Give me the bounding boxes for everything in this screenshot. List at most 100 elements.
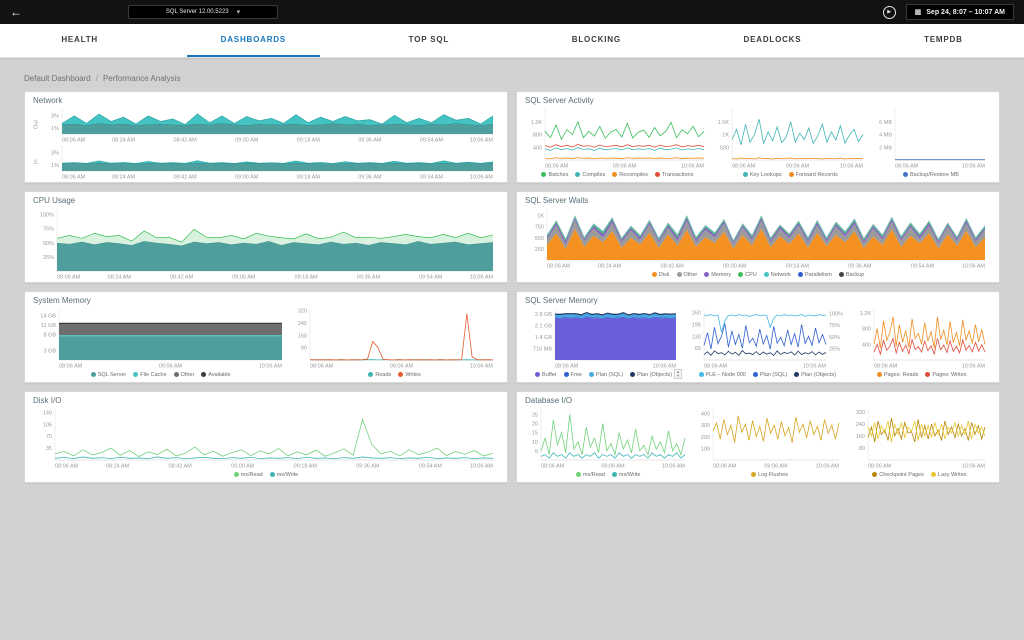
legend-dot-icon: [368, 372, 373, 377]
legend-item[interactable]: Log Flushes: [751, 472, 788, 478]
svg-text:09:54 AM: 09:54 AM: [420, 175, 444, 181]
legend-item[interactable]: Plan (Objects): [794, 372, 836, 378]
calendar-icon: ▦: [915, 8, 922, 16]
legend-item[interactable]: Lazy Writes: [931, 472, 967, 478]
legend-item[interactable]: PLE – Node 000: [699, 372, 746, 378]
chart-database-io-latency[interactable]: 25201510508:06 AM09:06 AM10:06 AM: [525, 406, 691, 469]
legend-item[interactable]: Backup/Restore MB: [903, 172, 959, 178]
play-icon: ▶: [887, 9, 891, 15]
chart-activity-lookups[interactable]: 1.5K1K50008:06 AM09:06 AM10:06 AM: [712, 106, 869, 169]
legend-item[interactable]: Parallelism: [798, 272, 832, 278]
chart-canvas: 25201510508:06 AM09:06 AM10:06 AM: [525, 406, 691, 469]
svg-text:3%: 3%: [51, 150, 59, 156]
chart-sql-memory-ple[interactable]: 26019513065100%75%50%25%08:06 AM10:06 AM: [684, 306, 850, 369]
legend-disk-io: ms/Read ms/Write: [33, 472, 499, 478]
legend-dot-icon: [931, 472, 936, 477]
chart-canvas: 1.2K80040008:06 AM09:06 AM10:06 AM: [525, 106, 710, 169]
legend-item[interactable]: SQL Server: [91, 372, 127, 378]
tab-top-sql[interactable]: TOP SQL: [375, 24, 483, 57]
svg-text:2.1 GB: 2.1 GB: [535, 323, 552, 329]
legend-item[interactable]: Available: [201, 372, 230, 378]
svg-text:140: 140: [43, 410, 52, 416]
server-selector-label: SQL Server 12.00.5223: [166, 9, 229, 15]
svg-text:100%: 100%: [40, 213, 54, 219]
tab-dashboards[interactable]: DASHBOARDS: [187, 24, 320, 57]
legend-item[interactable]: Writes: [398, 372, 420, 378]
chart-cpu-usage[interactable]: 100%75%50%25%08:06 AM08:24 AM08:42 AM09:…: [33, 206, 499, 280]
legend-item[interactable]: ms/Read: [576, 472, 605, 478]
legend-item[interactable]: Pages: Reads: [877, 372, 919, 378]
tab-health[interactable]: HEALTH: [27, 24, 132, 57]
tab-tempdb[interactable]: TEMPDB: [890, 24, 997, 57]
legend-item[interactable]: ms/Read: [234, 472, 263, 478]
legend-item[interactable]: Backup: [839, 272, 864, 278]
breadcrumb-dashboard-link[interactable]: Default Dashboard: [24, 74, 91, 83]
legend-item[interactable]: ms/Write: [270, 472, 299, 478]
chart-checkpoint-lazy[interactable]: 3202401608008:06 AM10:06 AM: [848, 406, 991, 469]
legend-item[interactable]: Recompiles: [612, 172, 648, 178]
legend-item[interactable]: CPU: [738, 272, 757, 278]
legend-item[interactable]: Transactions: [655, 172, 693, 178]
chart-activity-backup[interactable]: 6 MB4 MB2 MB08:06 AM10:06 AM: [871, 106, 991, 169]
legend-item[interactable]: Compiles: [575, 172, 605, 178]
legend-dot-icon: [612, 472, 617, 477]
chart-sql-memory-buffer[interactable]: 2.8 GB2.1 GB1.4 GB716 MB08:06 AM10:06 AM: [525, 306, 682, 369]
panel-title: Disk I/O: [33, 396, 499, 405]
date-range-button[interactable]: ▦ Sep 24, 8:07 – 10:07 AM: [906, 4, 1014, 20]
legend-item[interactable]: Plan (SQL): [589, 372, 623, 378]
legend-item[interactable]: Forward Records: [789, 172, 838, 178]
legend-dot-icon: [753, 372, 758, 377]
legend-item[interactable]: File Cache: [133, 372, 166, 378]
tab-deadlocks[interactable]: DEADLOCKS: [710, 24, 836, 57]
legend-item[interactable]: ms/Write: [612, 472, 641, 478]
legend-item[interactable]: Other: [677, 272, 698, 278]
svg-text:70: 70: [46, 434, 52, 440]
chart-sql-memory-pages[interactable]: 1.2K80040008:06 AM10:06 AM: [852, 306, 991, 369]
chart-sql-server-waits[interactable]: 1K75050025008:06 AM08:24 AM08:42 AM09:00…: [525, 206, 991, 269]
legend-item[interactable]: Key Lookups: [743, 172, 782, 178]
tab-blocking[interactable]: BLOCKING: [538, 24, 655, 57]
legend-dot-icon: [91, 372, 96, 377]
legend-item[interactable]: Plan (SQL): [753, 372, 787, 378]
chart-network-in[interactable]: 3%1%08:06 AM08:24 AM08:42 AM09:00 AM09:1…: [40, 143, 499, 180]
svg-text:1.2K: 1.2K: [531, 120, 543, 126]
svg-text:1.5K: 1.5K: [717, 120, 729, 126]
legend-item[interactable]: Plan (Objects): [630, 372, 672, 378]
back-arrow-icon: ←: [10, 5, 22, 19]
chart-system-memory-bands[interactable]: 14 GB11 GB8 GB3 GB08:06 AM09:06 AM10:06 …: [33, 306, 288, 369]
legend-item[interactable]: Network: [764, 272, 791, 278]
legend-pager-stepper[interactable]: ▲ ▼: [674, 369, 682, 379]
chart-canvas: 3%1%08:06 AM08:24 AM08:42 AM09:00 AM09:1…: [40, 106, 499, 143]
svg-text:130: 130: [692, 334, 701, 340]
legend-dot-icon: [589, 372, 594, 377]
svg-text:400: 400: [862, 342, 871, 348]
svg-text:240: 240: [298, 321, 307, 327]
legend-item[interactable]: Reads: [368, 372, 391, 378]
chart-disk-io[interactable]: 140105703508:06 AM08:24 AM08:42 AM09:00 …: [33, 406, 499, 469]
chart-log-flushes[interactable]: 40030020010008:06 AM09:06 AM10:06 AM: [693, 406, 845, 469]
panel-system-memory: System Memory 14 GB11 GB8 GB3 GB08:06 AM…: [24, 291, 508, 383]
svg-text:50%: 50%: [829, 335, 840, 341]
legend-dot-icon: [798, 272, 803, 277]
legend-item[interactable]: Memory: [704, 272, 731, 278]
svg-text:500: 500: [720, 145, 729, 151]
chart-memory-reads-writes[interactable]: 3202401608008:06 AM09:06 AM10:06 AM: [290, 306, 499, 369]
legend-item[interactable]: Other: [174, 372, 195, 378]
legend-item[interactable]: Batches: [541, 172, 568, 178]
legend-item[interactable]: Disk: [652, 272, 670, 278]
chart-canvas: 14 GB11 GB8 GB3 GB08:06 AM09:06 AM10:06 …: [33, 306, 288, 369]
legend-dot-icon: [789, 172, 794, 177]
legend-item[interactable]: Buffer: [535, 372, 557, 378]
legend-item[interactable]: Free: [564, 372, 582, 378]
svg-text:800: 800: [533, 133, 542, 139]
back-button[interactable]: ←: [10, 5, 32, 19]
chart-activity-batches[interactable]: 1.2K80040008:06 AM09:06 AM10:06 AM: [525, 106, 710, 169]
svg-text:320: 320: [298, 309, 307, 315]
svg-text:2 MB: 2 MB: [879, 145, 892, 151]
server-selector-dropdown[interactable]: SQL Server 12.00.5223 ▾: [128, 5, 278, 19]
legend-item[interactable]: Checkpoint Pages: [872, 472, 924, 478]
chart-network-out[interactable]: 3%1%08:06 AM08:24 AM08:42 AM09:00 AM09:1…: [40, 106, 499, 143]
svg-text:105: 105: [43, 422, 52, 428]
legend-item[interactable]: Pages: Writes: [925, 372, 966, 378]
play-button[interactable]: ▶: [883, 6, 896, 19]
